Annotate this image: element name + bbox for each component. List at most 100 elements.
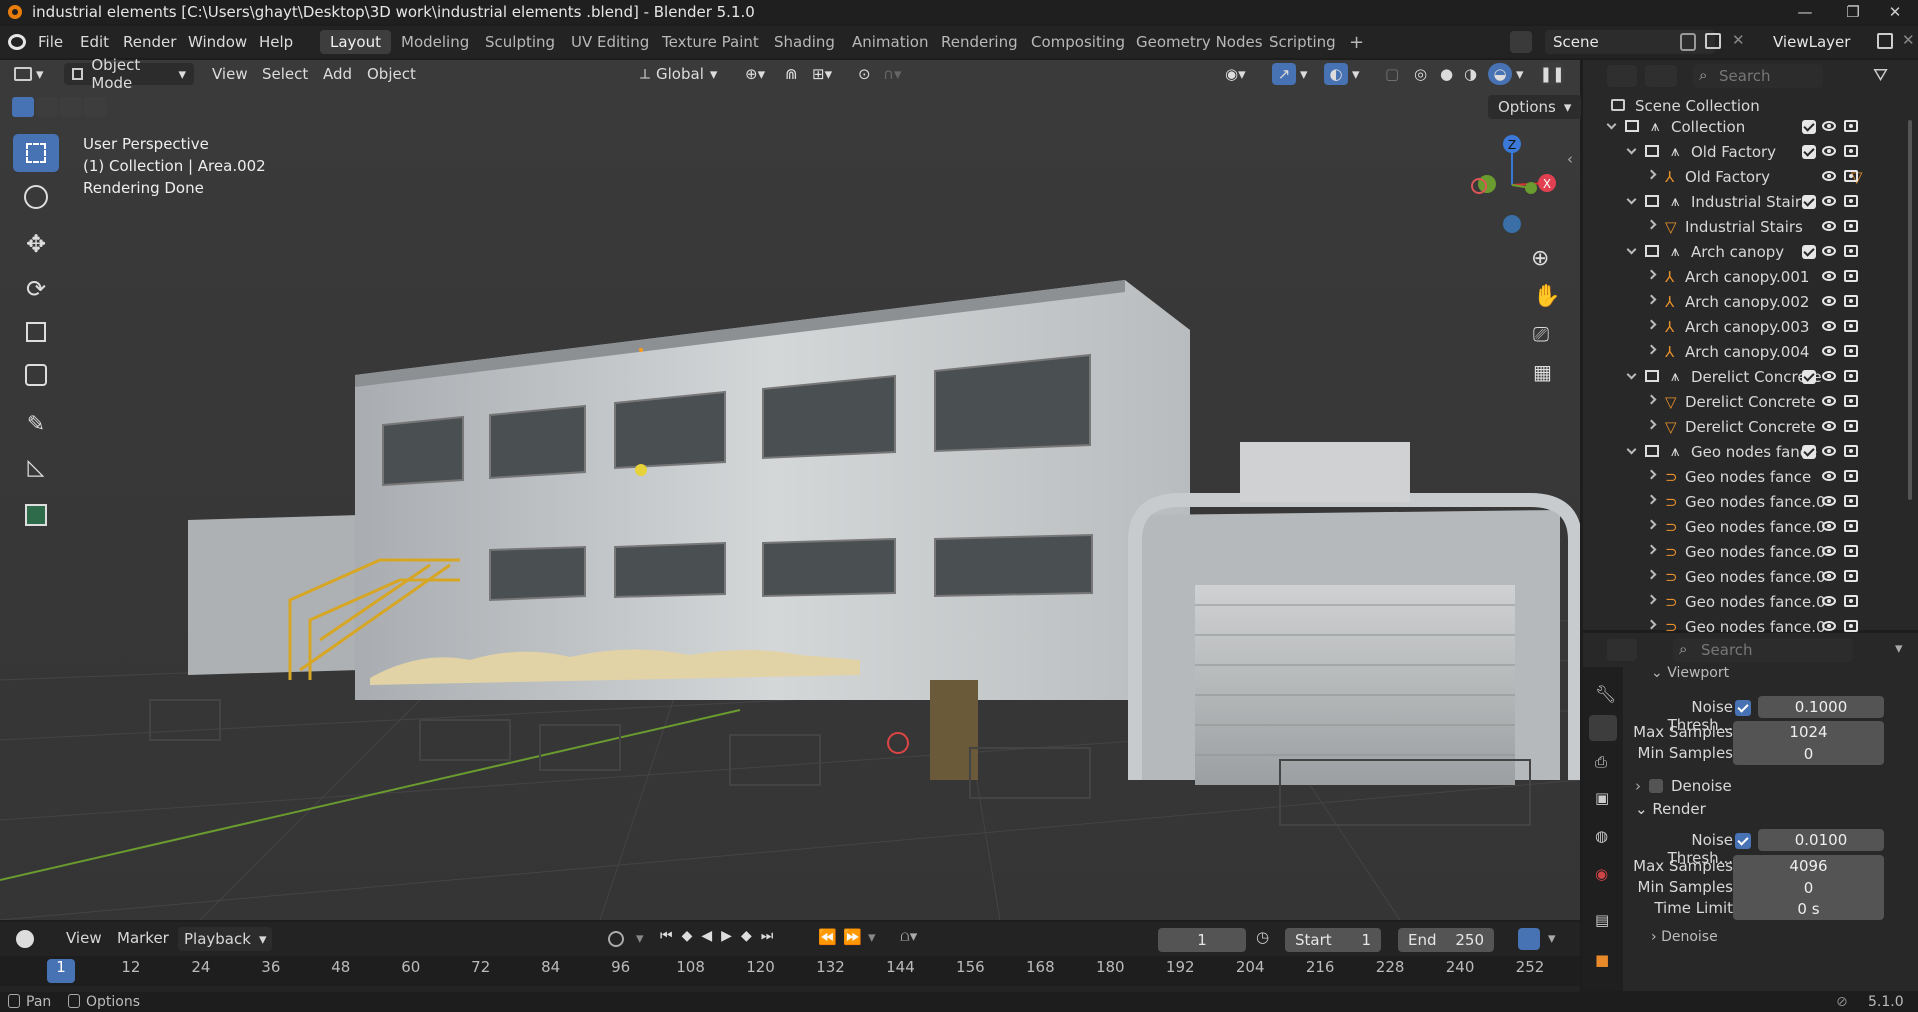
menu-help[interactable]: Help (259, 26, 293, 58)
maximize-button[interactable]: ❐ (1830, 0, 1876, 24)
expand-chevron-icon[interactable] (1646, 619, 1657, 630)
expand-chevron-icon[interactable] (1646, 394, 1657, 405)
expand-chevron-icon[interactable] (1646, 219, 1657, 230)
sidebar-toggle-icon[interactable]: ‹ (1567, 150, 1573, 168)
playback-menu[interactable]: Playback ▾ (178, 927, 273, 951)
menu-add[interactable]: Add (323, 63, 352, 85)
properties-editor-icon[interactable] (1607, 639, 1637, 661)
snap-icon[interactable]: ⋒ (785, 63, 798, 85)
exclude-checkbox[interactable] (1802, 245, 1816, 259)
render-camera-icon[interactable] (1844, 420, 1858, 432)
end-frame-field[interactable]: End 250 (1398, 928, 1494, 952)
outliner-row[interactable]: ▽ Industrial Stairs (1583, 214, 1918, 239)
select-intersect-icon[interactable] (84, 97, 106, 117)
tab-geometry-nodes[interactable]: Geometry Nodes (1126, 30, 1273, 54)
zoom-icon[interactable]: ⊕ (1531, 246, 1549, 271)
expand-chevron-icon[interactable] (1646, 544, 1657, 555)
expand-chevron-icon[interactable] (1646, 494, 1657, 505)
mode-select[interactable]: Object Mode ▾ (64, 56, 194, 92)
eye-icon[interactable] (1822, 396, 1836, 406)
render-camera-icon[interactable] (1844, 345, 1858, 357)
viewlayer-tab-icon[interactable]: ▣ (1595, 789, 1609, 807)
render-camera-icon[interactable] (1844, 145, 1858, 157)
solid-shading-icon[interactable]: ● (1440, 63, 1453, 85)
scale-tool[interactable] (13, 313, 59, 351)
viewport-min-field[interactable]: 0 (1733, 743, 1884, 765)
menu-edit[interactable]: Edit (80, 26, 109, 58)
filter-icon[interactable]: ⛛ (1873, 65, 1903, 87)
keying-menu-icon[interactable]: ▾ (868, 928, 876, 946)
render-camera-icon[interactable] (1844, 445, 1858, 457)
exclude-checkbox[interactable] (1802, 145, 1816, 159)
denoise-checkbox[interactable] (1649, 779, 1663, 793)
collapse-chevron-icon[interactable] (1626, 144, 1637, 155)
denoise-render-subpanel[interactable]: › Denoise (1651, 929, 1718, 945)
render-camera-icon[interactable] (1844, 395, 1858, 407)
render-camera-icon[interactable] (1844, 495, 1858, 507)
outliner-row[interactable]: ⅄ Arch canopy.004 (1583, 339, 1918, 364)
props-menu-icon[interactable]: ▾ (1895, 639, 1903, 657)
transform-tool[interactable] (13, 356, 59, 394)
render-noise-checkbox[interactable] (1735, 833, 1751, 849)
render-camera-icon[interactable] (1844, 170, 1858, 182)
world-tab-icon[interactable]: ◉ (1595, 865, 1608, 883)
render-section-header[interactable]: ⌄ Render (1635, 800, 1706, 818)
eye-icon[interactable] (1822, 296, 1836, 306)
outliner-row[interactable]: ▽ Derelict Concrete (1583, 389, 1918, 414)
eye-icon[interactable] (1822, 271, 1836, 281)
menu-window[interactable]: Window (188, 26, 247, 58)
expand-chevron-icon[interactable] (1646, 169, 1657, 180)
gizmo-toggle-icon[interactable]: ↗ (1272, 63, 1296, 85)
select-box-tool[interactable] (13, 134, 59, 172)
eye-icon[interactable] (1822, 621, 1836, 631)
outliner-row[interactable]: ⅄ Old Factory ▽ (1583, 164, 1918, 189)
wireframe-shading-icon[interactable]: ◎ (1414, 63, 1427, 85)
orientation-select[interactable]: ⟂ Global ▾ (640, 63, 717, 85)
play-icon[interactable]: ▶ (721, 928, 732, 944)
timeline-editor-icon[interactable] (16, 930, 34, 948)
prev-key-icon[interactable]: ⏪ (818, 928, 837, 946)
render-camera-icon[interactable] (1844, 545, 1858, 557)
outliner-panel[interactable]: Search ⌕ ⛛ Scene Collection ⩚ Collection ⩚… (1583, 60, 1918, 636)
menu-object[interactable]: Object (367, 63, 416, 85)
outliner-search-input[interactable]: Search (1693, 64, 1823, 88)
measure-tool[interactable]: ◺ (13, 448, 59, 486)
eye-icon[interactable] (1822, 546, 1836, 556)
timeline-overlay-menu-icon[interactable]: ▾ (1548, 929, 1556, 947)
tool-tab-icon[interactable]: 🔧︎ (1595, 685, 1617, 705)
move-tool[interactable]: ✥ (13, 225, 59, 263)
viewport-noise-checkbox[interactable] (1735, 700, 1751, 716)
rotate-tool[interactable]: ⟳ (13, 270, 59, 308)
snap-target-icon[interactable]: ⊞▾ (812, 63, 832, 85)
timeline-ruler[interactable] (0, 956, 1580, 986)
select-new-icon[interactable] (12, 97, 34, 117)
expand-chevron-icon[interactable] (1646, 344, 1657, 355)
gizmo-menu-icon[interactable]: ▾ (1300, 63, 1308, 85)
render-camera-icon[interactable] (1844, 470, 1858, 482)
scene-selector-icon[interactable] (1510, 31, 1532, 53)
auto-key-icon[interactable]: ⩍▾ (900, 927, 917, 945)
shading-menu-icon[interactable]: ▾ (1516, 63, 1524, 85)
material-shading-icon[interactable]: ◑ (1464, 63, 1477, 85)
jump-start-icon[interactable]: ⏮ (660, 928, 673, 944)
annotate-tool[interactable]: ✎ (13, 405, 59, 443)
outliner-row[interactable]: ⩚ Collection (1583, 114, 1918, 139)
tab-layout[interactable]: Layout (320, 30, 391, 54)
outliner-row[interactable]: ▽ Derelict Concrete (1583, 414, 1918, 439)
scene-tab-icon[interactable]: ◍ (1595, 827, 1608, 845)
record-icon[interactable] (608, 931, 624, 947)
timeline-overlay-icon[interactable] (1518, 928, 1540, 950)
next-keyframe-icon[interactable]: ◆ (741, 928, 752, 944)
render-camera-icon[interactable] (1844, 220, 1858, 232)
eye-icon[interactable] (1822, 146, 1836, 156)
render-camera-icon[interactable] (1844, 320, 1858, 332)
options-button[interactable]: Options ▾ (1488, 95, 1582, 119)
next-key-icon[interactable]: ⏩ (843, 928, 862, 946)
current-frame-field[interactable]: 1 (1158, 928, 1246, 952)
expand-chevron-icon[interactable] (1646, 319, 1657, 330)
start-frame-field[interactable]: Start 1 (1285, 928, 1381, 952)
outliner-row[interactable]: ⊃ Geo nodes fance (1583, 464, 1918, 489)
viewport-max-field[interactable]: 1024 (1733, 721, 1884, 743)
camera-view-icon[interactable]: ⎚ (1533, 322, 1549, 346)
render-camera-icon[interactable] (1844, 195, 1858, 207)
